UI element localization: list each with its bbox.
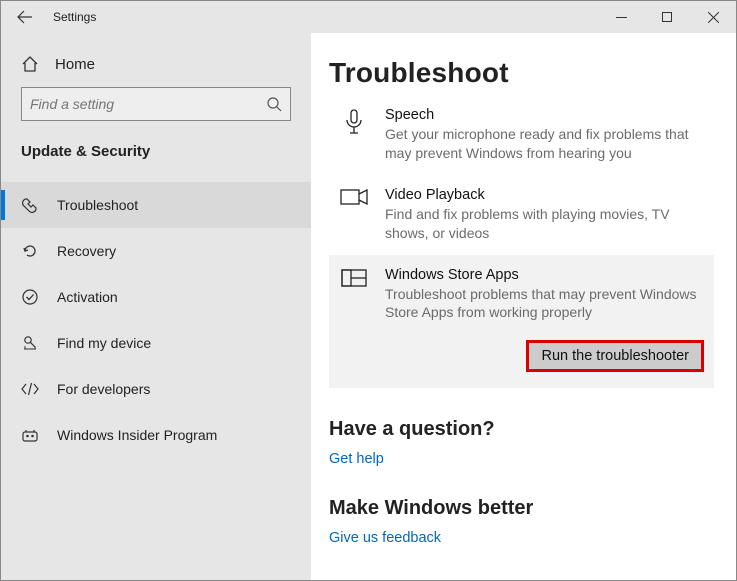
minimize-icon bbox=[616, 12, 627, 23]
feedback-heading: Make Windows better bbox=[329, 497, 714, 520]
close-button[interactable] bbox=[690, 1, 736, 33]
activation-icon bbox=[21, 288, 39, 306]
nav-label: Activation bbox=[57, 289, 118, 305]
back-button[interactable] bbox=[1, 1, 49, 33]
search-icon bbox=[266, 96, 282, 112]
maximize-icon bbox=[662, 12, 672, 22]
sidebar-item-troubleshoot[interactable]: Troubleshoot bbox=[1, 182, 311, 228]
window-title: Settings bbox=[49, 10, 96, 24]
maximize-button[interactable] bbox=[644, 1, 690, 33]
nav-label: Find my device bbox=[57, 335, 151, 351]
sidebar-item-insider[interactable]: Windows Insider Program bbox=[1, 412, 311, 458]
home-button[interactable]: Home bbox=[1, 51, 311, 87]
feedback-section: Make Windows better Give us feedback bbox=[329, 497, 714, 546]
sidebar-item-for-developers[interactable]: For developers bbox=[1, 366, 311, 412]
sidebar-item-recovery[interactable]: Recovery bbox=[1, 228, 311, 274]
ts-item-desc: Get your microphone ready and fix proble… bbox=[385, 125, 704, 163]
home-label: Home bbox=[55, 56, 95, 73]
troubleshooter-speech[interactable]: Speech Get your microphone ready and fix… bbox=[329, 95, 714, 175]
question-heading: Have a question? bbox=[329, 418, 714, 441]
store-apps-icon bbox=[339, 267, 369, 289]
sidebar-nav: Troubleshoot Recovery Activation Find my… bbox=[1, 182, 311, 458]
sidebar-item-activation[interactable]: Activation bbox=[1, 274, 311, 320]
get-help-link[interactable]: Get help bbox=[329, 451, 714, 467]
nav-label: For developers bbox=[57, 381, 150, 397]
nav-label: Recovery bbox=[57, 243, 116, 259]
titlebar: Settings bbox=[1, 1, 736, 33]
ts-item-title: Speech bbox=[385, 107, 704, 123]
developers-icon bbox=[21, 380, 39, 398]
give-feedback-link[interactable]: Give us feedback bbox=[329, 530, 714, 546]
ts-item-title: Video Playback bbox=[385, 187, 704, 203]
search-field[interactable] bbox=[30, 96, 266, 112]
sidebar-section-heading: Update & Security bbox=[1, 137, 311, 182]
insider-icon bbox=[21, 426, 39, 444]
ts-item-desc: Troubleshoot problems that may prevent W… bbox=[385, 285, 704, 323]
microphone-icon bbox=[339, 107, 369, 137]
page-title: Troubleshoot bbox=[329, 57, 714, 89]
content-pane: Troubleshoot Speech Get your microphone … bbox=[311, 33, 736, 580]
recovery-icon bbox=[21, 242, 39, 260]
ts-item-desc: Find and fix problems with playing movie… bbox=[385, 205, 704, 243]
home-icon bbox=[21, 55, 39, 73]
run-troubleshooter-button[interactable]: Run the troubleshooter bbox=[526, 340, 704, 372]
arrow-left-icon bbox=[17, 9, 33, 25]
close-icon bbox=[708, 12, 719, 23]
troubleshooter-store-apps[interactable]: Windows Store Apps Troubleshoot problems… bbox=[329, 255, 714, 389]
ts-item-title: Windows Store Apps bbox=[385, 267, 704, 283]
search-input[interactable] bbox=[21, 87, 291, 121]
minimize-button[interactable] bbox=[598, 1, 644, 33]
find-device-icon bbox=[21, 334, 39, 352]
nav-label: Troubleshoot bbox=[57, 197, 138, 213]
question-section: Have a question? Get help bbox=[329, 418, 714, 467]
sidebar: Home Update & Security Troubleshoot Reco… bbox=[1, 33, 311, 580]
troubleshooter-video-playback[interactable]: Video Playback Find and fix problems wit… bbox=[329, 175, 714, 255]
nav-label: Windows Insider Program bbox=[57, 427, 217, 443]
video-icon bbox=[339, 187, 369, 209]
troubleshoot-icon bbox=[21, 196, 39, 214]
sidebar-item-find-my-device[interactable]: Find my device bbox=[1, 320, 311, 366]
